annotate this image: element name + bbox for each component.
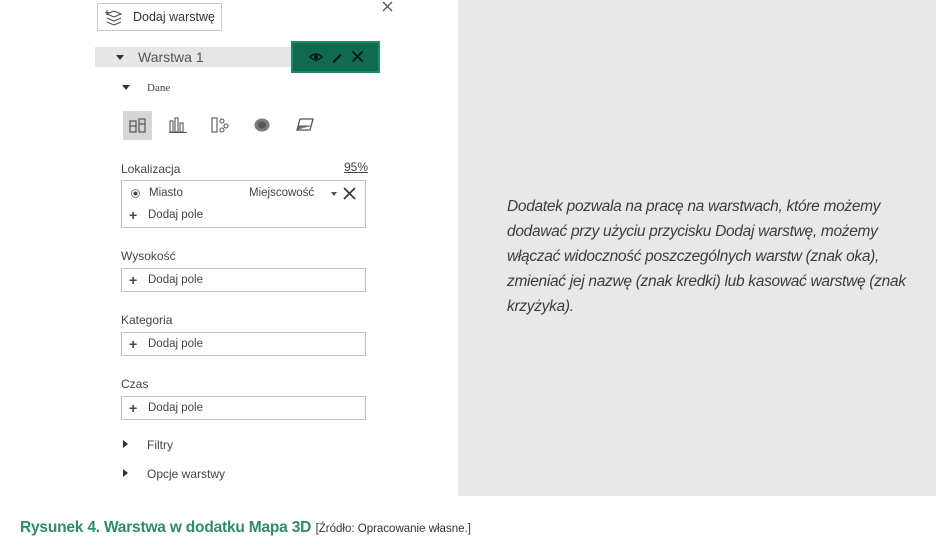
viz-stacked-column-button[interactable] (123, 111, 152, 140)
location-add-field-row[interactable]: + Dodaj pole (122, 205, 365, 227)
filters-expand-icon[interactable] (123, 440, 128, 448)
location-add-field-label: Dodaj pole (148, 209, 203, 221)
plus-icon: + (129, 336, 138, 352)
field-type-dropdown-icon[interactable] (331, 192, 337, 196)
time-add-field-row[interactable]: + Dodaj pole (122, 398, 365, 420)
time-field-box[interactable]: + Dodaj pole (121, 396, 366, 420)
time-label: Czas (121, 377, 149, 391)
height-add-field-row[interactable]: + Dodaj pole (122, 270, 365, 292)
location-field-row[interactable]: Miasto Miejscowość (122, 183, 365, 205)
caption-title: Rysunek 4. Warstwa w dodatku Mapa 3D (20, 519, 312, 536)
location-field-type[interactable]: Miejscowość (249, 187, 314, 199)
remove-field-icon[interactable] (343, 187, 356, 200)
layer-actions-highlight (291, 41, 380, 73)
close-pane-icon[interactable] (382, 1, 393, 12)
category-field-box[interactable]: + Dodaj pole (121, 332, 366, 356)
height-field-box[interactable]: + Dodaj pole (121, 268, 366, 292)
bubble-icon[interactable] (211, 117, 229, 133)
category-add-field-label: Dodaj pole (148, 338, 203, 350)
data-section-collapse-icon[interactable] (122, 85, 130, 90)
category-add-field-row[interactable]: + Dodaj pole (122, 334, 365, 356)
layer-options-expand-icon[interactable] (123, 469, 128, 477)
figure-caption: Rysunek 4. Warstwa w dodatku Mapa 3D [Źr… (20, 519, 471, 537)
stacked-column-icon (129, 118, 146, 133)
note-text: Dodatek pozwala na pracę na warstwach, k… (507, 198, 906, 315)
plus-icon: + (129, 272, 138, 288)
note-panel: Dodatek pozwala na pracę na warstwach, k… (458, 0, 936, 496)
add-layer-button[interactable]: Dodaj warstwę (97, 3, 222, 31)
collapse-icon[interactable] (116, 55, 124, 60)
layer-options-label[interactable]: Opcje warstwy (147, 467, 225, 481)
location-confidence[interactable]: 95% (344, 160, 368, 174)
layer-pane: Dodaj warstwę Warstwa 1 Dane Lokalizacja… (95, 0, 393, 495)
data-section-label: Dane (147, 82, 171, 94)
time-add-field-label: Dodaj pole (148, 402, 203, 414)
location-field-name: Miasto (149, 187, 183, 199)
plus-icon: + (129, 400, 138, 416)
plus-icon: + (129, 207, 138, 223)
pencil-icon[interactable] (331, 51, 343, 63)
delete-layer-icon[interactable] (351, 50, 364, 63)
filters-label[interactable]: Filtry (147, 438, 173, 452)
clustered-column-icon[interactable] (169, 117, 187, 133)
location-field-box: Miasto Miejscowość + Dodaj pole (121, 180, 366, 228)
height-label: Wysokość (121, 249, 176, 263)
add-layer-label: Dodaj warstwę (133, 10, 215, 24)
caption-source: [Źródło: Opracowanie własne.] (315, 523, 471, 535)
location-label: Lokalizacja (121, 162, 181, 176)
height-add-field-label: Dodaj pole (148, 274, 203, 286)
heatmap-icon[interactable] (253, 117, 271, 133)
eye-icon[interactable] (309, 52, 323, 62)
layer-name: Warstwa 1 (138, 49, 204, 65)
region-icon[interactable] (296, 117, 314, 133)
radio-selected-icon[interactable] (131, 189, 140, 198)
layers-add-icon (105, 10, 123, 26)
category-label: Kategoria (121, 313, 173, 327)
